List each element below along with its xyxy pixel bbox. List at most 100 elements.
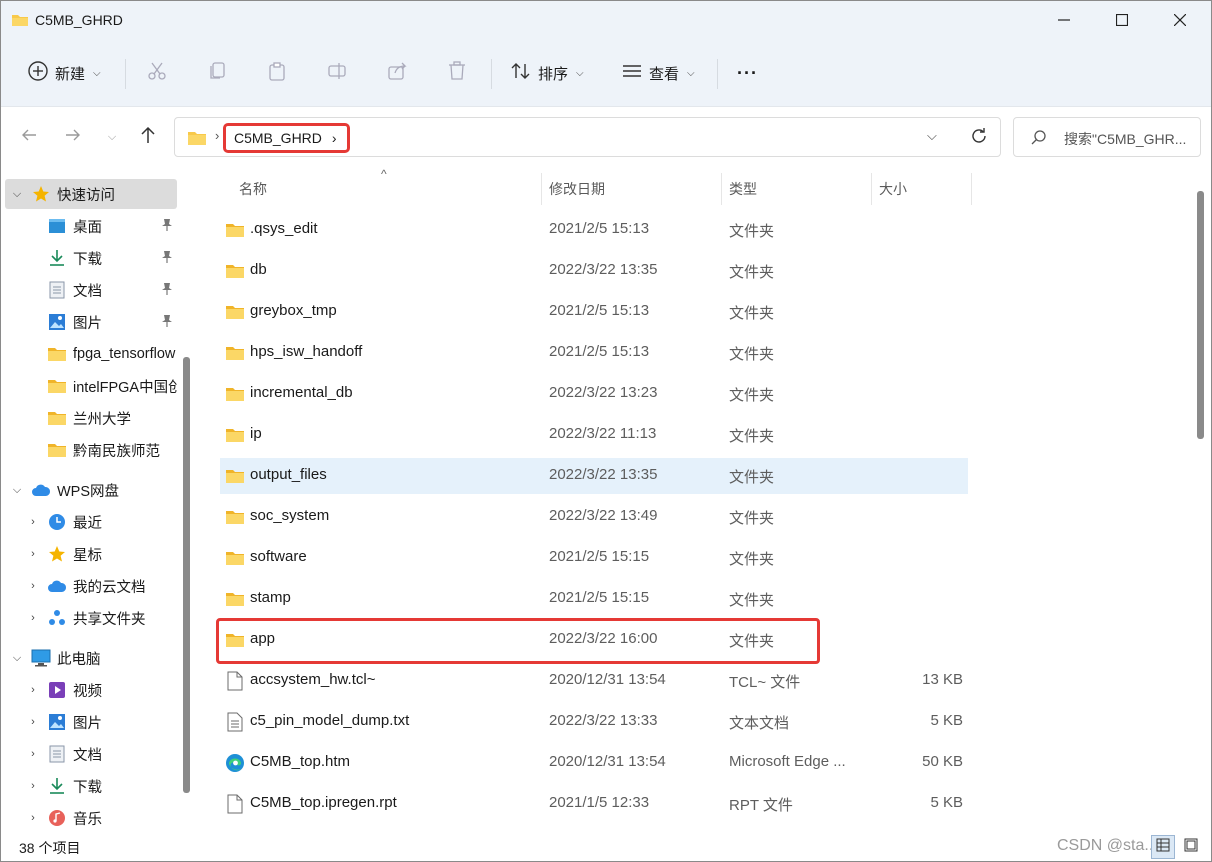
column-header-size[interactable]: 大小 — [879, 179, 907, 199]
search-box[interactable]: 搜索"C5MB_GHR... — [1013, 117, 1201, 157]
file-row[interactable]: C5MB_top.htm 2020/12/31 13:54 Microsoft Ed… — [220, 745, 968, 781]
copy-button[interactable] — [205, 61, 229, 85]
sidebar-item-label: 视频 — [73, 683, 102, 700]
sort-button[interactable]: 排序 ⌵ — [510, 55, 584, 91]
folder-icon — [224, 588, 246, 610]
chevron-right-icon[interactable]: › — [27, 684, 39, 696]
sidebar-item[interactable]: 兰州大学 — [5, 403, 177, 433]
sidebar-item[interactable]: › 文档 — [5, 739, 177, 769]
minimize-button[interactable] — [1035, 1, 1093, 41]
more-options-button[interactable]: ··· — [737, 55, 758, 91]
chevron-right-icon[interactable]: › — [27, 812, 39, 824]
file-row[interactable]: app 2022/3/22 16:00 文件夹 — [216, 618, 968, 664]
column-header-type[interactable]: 类型 — [729, 179, 757, 199]
chevron-right-icon[interactable]: › — [27, 716, 39, 728]
sidebar-item[interactable]: › 共享文件夹 — [5, 603, 177, 633]
sidebar-item[interactable]: 图片 — [5, 307, 177, 337]
sidebar-item[interactable]: ⌵ 此电脑 — [5, 643, 177, 673]
sidebar-item[interactable]: › 星标 — [5, 539, 177, 569]
breadcrumb-item[interactable]: C5MB_GHRD — [234, 130, 322, 146]
file-row[interactable]: db 2022/3/22 13:35 文件夹 — [220, 253, 968, 289]
pin-icon[interactable] — [161, 282, 173, 300]
file-row[interactable]: output_files 2022/3/22 13:35 文件夹 — [220, 458, 968, 494]
back-button[interactable] — [15, 123, 43, 151]
file-row[interactable]: .qsys_edit 2021/2/5 15:13 文件夹 — [220, 212, 968, 248]
file-name: db — [250, 261, 267, 278]
chevron-down-icon[interactable]: ⌵ — [11, 484, 23, 497]
new-button[interactable]: 新建 ⌵ — [27, 55, 101, 91]
sidebar-item[interactable]: 黔南民族师范 — [5, 435, 177, 465]
delete-button[interactable] — [445, 61, 469, 85]
plus-circle-icon — [27, 60, 49, 86]
cut-button[interactable] — [145, 61, 169, 85]
sidebar-item[interactable]: › 音乐 — [5, 803, 177, 833]
chevron-down-icon[interactable]: ⌵ — [927, 128, 937, 144]
chevron-right-icon[interactable]: › — [27, 612, 39, 624]
file-row[interactable]: c5_pin_model_dump.txt 2022/3/22 13:33 文本文档… — [220, 704, 968, 740]
chevron-right-icon[interactable]: › — [27, 748, 39, 760]
sidebar-item[interactable]: › 视频 — [5, 675, 177, 705]
chevron-right-icon[interactable]: › — [27, 580, 39, 592]
column-header-modified[interactable]: 修改日期 — [549, 179, 605, 199]
sidebar-item[interactable]: ⌵ WPS网盘 — [5, 475, 177, 505]
file-row[interactable]: stamp 2021/2/5 15:15 文件夹 — [220, 581, 968, 617]
sidebar-item[interactable]: fpga_tensorflow — [5, 339, 177, 369]
sidebar-item[interactable]: intelFPGA中国创 — [5, 371, 177, 401]
column-divider[interactable] — [541, 173, 542, 205]
address-bar[interactable]: › C5MB_GHRD › ⌵ — [174, 117, 1001, 157]
rename-button[interactable] — [325, 61, 349, 85]
star-icon — [31, 184, 51, 204]
recent-locations-button[interactable]: ⌵ — [98, 123, 126, 151]
desktop-icon — [47, 216, 67, 236]
chevron-right-icon[interactable]: › — [27, 548, 39, 560]
file-row[interactable]: ip 2022/3/22 11:13 文件夹 — [220, 417, 968, 453]
sidebar-item-label: 桌面 — [73, 219, 102, 236]
column-divider[interactable] — [721, 173, 722, 205]
file-icon — [224, 793, 246, 815]
details-view-button[interactable] — [1151, 835, 1175, 859]
minimize-icon — [1058, 13, 1070, 30]
up-button[interactable] — [134, 123, 162, 151]
sidebar-item[interactable]: › 我的云文档 — [5, 571, 177, 601]
pin-icon[interactable] — [161, 314, 173, 332]
edge-icon — [224, 752, 246, 774]
share-button[interactable] — [385, 61, 409, 85]
sidebar-item[interactable]: › 图片 — [5, 707, 177, 737]
column-divider[interactable] — [871, 173, 872, 205]
file-row[interactable]: accsystem_hw.tcl~ 2020/12/31 13:54 TCL~ 文件… — [220, 663, 968, 699]
breadcrumb[interactable]: C5MB_GHRD › — [223, 123, 350, 153]
refresh-button[interactable] — [965, 124, 993, 152]
close-button[interactable] — [1151, 1, 1209, 41]
file-row[interactable]: C5MB_top.ipregen.rpt 2021/1/5 12:33 RPT 文件… — [220, 786, 968, 822]
file-row[interactable]: hps_isw_handoff 2021/2/5 15:13 文件夹 — [220, 335, 968, 371]
file-row[interactable]: software 2021/2/5 15:15 文件夹 — [220, 540, 968, 576]
sidebar-scrollbar[interactable] — [183, 357, 190, 793]
sidebar-item[interactable]: ⌵ 快速访问 — [5, 179, 177, 209]
paste-button[interactable] — [265, 61, 289, 85]
file-modified: 2020/12/31 13:54 — [549, 753, 666, 770]
sidebar-item[interactable]: › 最近 — [5, 507, 177, 537]
pin-icon[interactable] — [161, 218, 173, 236]
chevron-down-icon[interactable]: ⌵ — [11, 652, 23, 665]
chevron-right-icon[interactable]: › — [27, 780, 39, 792]
file-row[interactable]: incremental_db 2022/3/22 13:23 文件夹 — [220, 376, 968, 412]
forward-button[interactable] — [59, 123, 87, 151]
pin-icon[interactable] — [161, 250, 173, 268]
sidebar-item[interactable]: 桌面 — [5, 211, 177, 241]
column-divider[interactable] — [971, 173, 972, 205]
chevron-down-icon[interactable]: ⌵ — [11, 188, 23, 201]
file-row[interactable]: soc_system 2022/3/22 13:49 文件夹 — [220, 499, 968, 535]
sidebar-item[interactable]: 下载 — [5, 243, 177, 273]
file-type: 文件夹 — [729, 346, 775, 363]
sidebar-item[interactable]: › 下载 — [5, 771, 177, 801]
column-header-name[interactable]: 名称 — [239, 179, 267, 199]
file-list-scrollbar[interactable] — [1197, 191, 1204, 439]
title-bar[interactable]: C5MB_GHRD — [1, 1, 1211, 41]
sidebar-item[interactable]: 文档 — [5, 275, 177, 305]
view-button[interactable]: 查看 ⌵ — [621, 55, 695, 91]
tiles-view-button[interactable] — [1179, 835, 1203, 859]
chevron-right-icon[interactable]: › — [27, 516, 39, 528]
maximize-button[interactable] — [1093, 1, 1151, 41]
file-row[interactable]: greybox_tmp 2021/2/5 15:13 文件夹 — [220, 294, 968, 330]
search-input[interactable]: 搜索"C5MB_GHR... — [1064, 129, 1198, 149]
